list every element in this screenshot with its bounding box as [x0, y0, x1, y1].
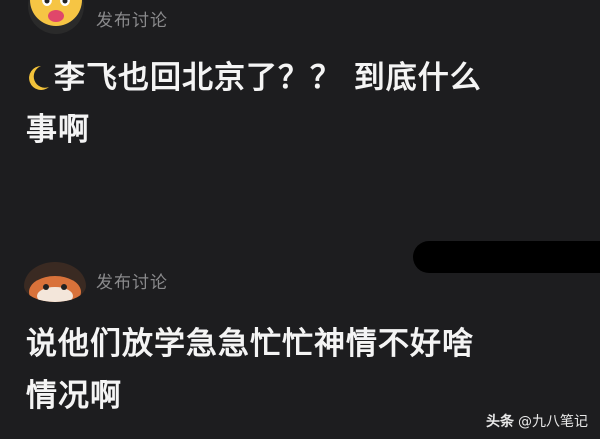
post-content: 李飞也回北京了？？ 到底什么 事啊: [26, 52, 482, 156]
post-content: 说他们放学急急忙忙神情不好啥 情况啊: [26, 318, 474, 422]
crescent-moon-icon: [29, 66, 49, 90]
post-line-1: 说他们放学急急忙忙神情不好啥: [26, 326, 474, 362]
post-tag: 发布讨论: [96, 11, 168, 31]
avatar[interactable]: [24, 262, 86, 302]
post-line-2: 情况啊: [26, 378, 122, 414]
watermark-handle: @九八笔记: [518, 414, 588, 430]
watermark: 头条 @九八笔记: [486, 411, 588, 431]
watermark-brand: 头条: [486, 414, 514, 430]
emoji-avatar-icon: [28, 0, 84, 34]
cartoon-avatar-icon: [24, 262, 86, 302]
avatar[interactable]: [28, 0, 84, 34]
post-text-line: 李飞也回北京了？？ 到底什么: [54, 60, 482, 96]
post-line-2: 事啊: [26, 112, 90, 148]
redaction-bar: [413, 241, 600, 273]
post-line-1: 李飞也回北京了？？ 到底什么: [26, 52, 482, 104]
post-tag: 发布讨论: [96, 273, 168, 293]
